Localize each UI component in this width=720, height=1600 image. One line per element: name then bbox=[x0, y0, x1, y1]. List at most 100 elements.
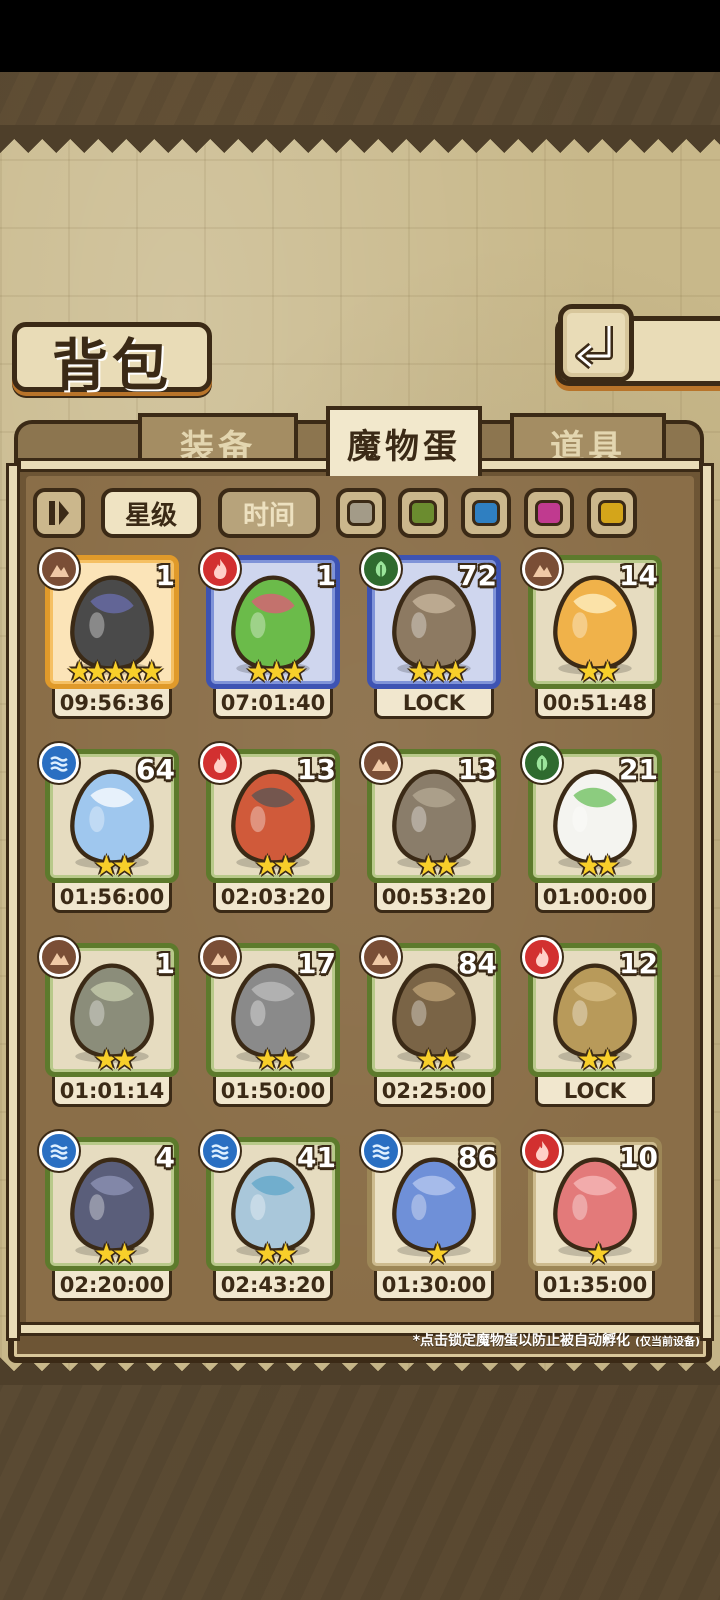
star-icon: ★ bbox=[443, 655, 468, 688]
color-swatch bbox=[472, 500, 500, 526]
star-rating: ★★ bbox=[45, 849, 179, 882]
element-earth-icon bbox=[39, 549, 79, 589]
star-rating: ★★ bbox=[528, 1043, 662, 1076]
element-fire-icon bbox=[522, 937, 562, 977]
egg-count: 41 bbox=[297, 1141, 336, 1174]
egg-slot[interactable]: 1 ★★ 01:01:14 bbox=[39, 937, 179, 1113]
star-icon: ★ bbox=[415, 849, 441, 882]
hatch-timer: 01:50:00 bbox=[213, 1077, 333, 1107]
star-rating: ★★ bbox=[206, 849, 340, 882]
hatch-timer: LOCK bbox=[374, 689, 494, 719]
hatch-timer: 02:25:00 bbox=[374, 1077, 494, 1107]
star-icon: ★ bbox=[273, 849, 298, 882]
hatch-timer: 09:56:36 bbox=[52, 689, 172, 719]
hatch-timer: 00:53:20 bbox=[374, 883, 494, 913]
egg-slot[interactable]: 17 ★★ 01:50:00 bbox=[200, 937, 340, 1113]
element-fire-icon bbox=[200, 743, 240, 783]
element-earth-icon bbox=[361, 937, 401, 977]
egg-count: 1 bbox=[316, 559, 336, 592]
egg-count: 64 bbox=[136, 753, 175, 786]
star-rating: ★★★ bbox=[367, 655, 501, 688]
egg-slot[interactable]: 86 ★ 01:30:00 bbox=[361, 1131, 501, 1307]
panel-rail-right bbox=[700, 463, 714, 1341]
star-icon: ★ bbox=[112, 849, 137, 882]
star-icon: ★ bbox=[66, 655, 92, 688]
element-earth-icon bbox=[39, 937, 79, 977]
star-icon: ★ bbox=[93, 849, 119, 882]
star-icon: ★ bbox=[93, 1043, 119, 1076]
back-button[interactable] bbox=[558, 304, 634, 382]
sort-by-time-button[interactable]: 时间 bbox=[218, 488, 320, 538]
star-icon: ★ bbox=[263, 655, 289, 688]
egg-slot[interactable]: 84 ★★ 02:25:00 bbox=[361, 937, 501, 1113]
egg-count: 13 bbox=[297, 753, 336, 786]
color-filter-yellow[interactable] bbox=[587, 488, 637, 538]
element-earth-icon bbox=[522, 549, 562, 589]
hatch-timer: 01:01:14 bbox=[52, 1077, 172, 1107]
title-plaque: 背包 bbox=[12, 322, 212, 399]
color-filter-pink[interactable] bbox=[524, 488, 574, 538]
star-icon: ★ bbox=[254, 1043, 280, 1076]
egg-slot[interactable]: 13 ★★ 00:53:20 bbox=[361, 743, 501, 919]
star-icon: ★ bbox=[112, 1237, 137, 1270]
back-arrow-icon bbox=[575, 326, 613, 370]
star-icon: ★ bbox=[585, 1237, 611, 1270]
lock-hint-text: *点击锁定魔物蛋以防止被自动孵化 bbox=[412, 1333, 631, 1349]
color-filter-gray[interactable] bbox=[336, 488, 386, 538]
torn-edge-top bbox=[0, 125, 720, 153]
star-icon: ★ bbox=[139, 655, 164, 688]
lock-hint: *点击锁定魔物蛋以防止被自动孵化 (仅当前设备) bbox=[360, 1330, 700, 1350]
egg-count: 12 bbox=[619, 947, 658, 980]
egg-slot[interactable]: 4 ★★ 02:20:00 bbox=[39, 1131, 179, 1307]
sort-icon bbox=[49, 501, 69, 525]
lock-hint-scope: (仅当前设备) bbox=[634, 1335, 700, 1348]
hatch-timer: 01:56:00 bbox=[52, 883, 172, 913]
color-filter-green[interactable] bbox=[398, 488, 448, 538]
hatch-timer: 02:20:00 bbox=[52, 1271, 172, 1301]
star-icon: ★ bbox=[102, 655, 128, 688]
egg-slot[interactable]: 1 ★★★ 07:01:40 bbox=[200, 549, 340, 725]
hatch-timer: 01:00:00 bbox=[535, 883, 655, 913]
egg-slot[interactable]: 21 ★★ 01:00:00 bbox=[522, 743, 662, 919]
egg-slot[interactable]: 72 ★★★ LOCK bbox=[361, 549, 501, 725]
star-icon: ★ bbox=[406, 655, 432, 688]
star-icon: ★ bbox=[434, 1043, 459, 1076]
egg-slot[interactable]: 64 ★★ 01:56:00 bbox=[39, 743, 179, 919]
sort-order-button[interactable] bbox=[33, 488, 85, 538]
egg-slot[interactable]: 41 ★★ 02:43:20 bbox=[200, 1131, 340, 1307]
element-water-icon bbox=[361, 1131, 401, 1171]
star-rating: ★★ bbox=[45, 1043, 179, 1076]
sort-by-stars-button[interactable]: 星级 bbox=[101, 488, 201, 538]
hatch-timer: 01:30:00 bbox=[374, 1271, 494, 1301]
egg-slot[interactable]: 12 ★★ LOCK bbox=[522, 937, 662, 1113]
element-water-icon bbox=[200, 1131, 240, 1171]
egg-slot[interactable]: 10 ★ 01:35:00 bbox=[522, 1131, 662, 1307]
color-filter-blue[interactable] bbox=[461, 488, 511, 538]
page-title: 背包 bbox=[52, 333, 172, 399]
hatch-timer: 01:35:00 bbox=[535, 1271, 655, 1301]
egg-slot[interactable]: 1 ★★★★★ 09:56:36 bbox=[39, 549, 179, 725]
tab-monster-eggs[interactable]: 魔物蛋 bbox=[326, 406, 482, 476]
hatch-timer: 02:43:20 bbox=[213, 1271, 333, 1301]
egg-count: 1 bbox=[155, 559, 175, 592]
panel-rail-left bbox=[6, 463, 20, 1341]
star-icon: ★ bbox=[576, 1043, 602, 1076]
color-swatch bbox=[598, 500, 626, 526]
star-icon: ★ bbox=[434, 849, 459, 882]
element-water-icon bbox=[39, 743, 79, 783]
element-grass-icon bbox=[361, 549, 401, 589]
star-rating: ★ bbox=[528, 1237, 662, 1270]
element-earth-icon bbox=[200, 937, 240, 977]
egg-slot[interactable]: 13 ★★ 02:03:20 bbox=[200, 743, 340, 919]
star-rating: ★★ bbox=[367, 849, 501, 882]
star-rating: ★★ bbox=[206, 1237, 340, 1270]
element-grass-icon bbox=[522, 743, 562, 783]
egg-slot[interactable]: 14 ★★ 00:51:48 bbox=[522, 549, 662, 725]
star-icon: ★ bbox=[415, 1043, 441, 1076]
hatch-timer: 07:01:40 bbox=[213, 689, 333, 719]
star-icon: ★ bbox=[424, 655, 450, 688]
star-icon: ★ bbox=[121, 655, 146, 688]
star-rating: ★ bbox=[367, 1237, 501, 1270]
star-icon: ★ bbox=[254, 849, 280, 882]
element-earth-icon bbox=[361, 743, 401, 783]
